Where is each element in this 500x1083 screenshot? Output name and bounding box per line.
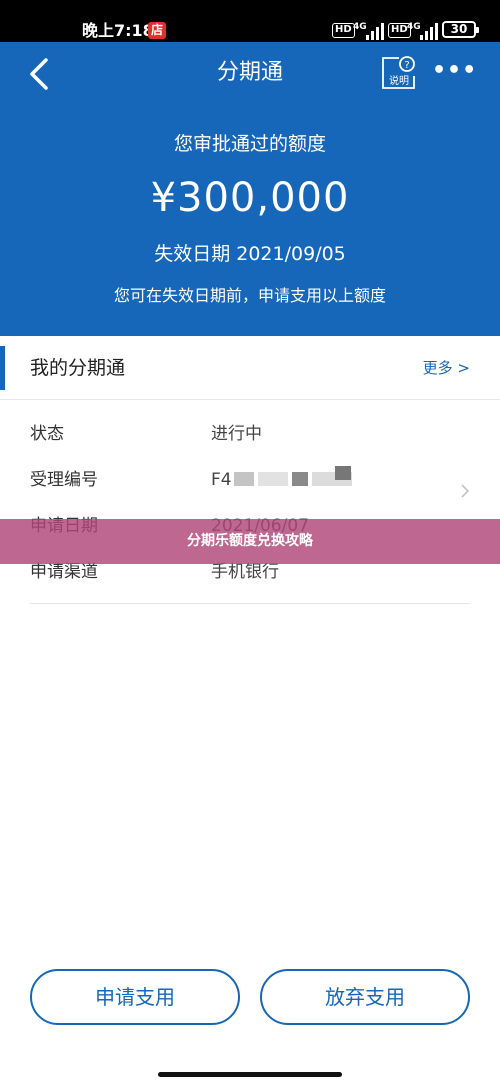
- section-header: 我的分期通 更多 >: [0, 336, 500, 400]
- credit-summary-panel: 分期通 ? 说明 ••• 您审批通过的额度 ¥300,000 失效日期 2021…: [0, 42, 500, 336]
- approved-amount-label: 您审批通过的额度: [173, 133, 326, 155]
- redacted-block: [335, 466, 351, 480]
- status-bar: 晚上7:18 店 HD 4G HD 4G 30: [0, 0, 500, 42]
- signal-icon-2: 4G: [407, 22, 438, 40]
- expiry-date: 失效日期 2021/09/05: [154, 243, 346, 265]
- detail-row-status: 状态 进行中: [30, 418, 470, 450]
- signal-icon: 4G: [353, 22, 384, 40]
- chevron-right-icon[interactable]: [458, 480, 472, 502]
- help-label: 说明: [389, 76, 409, 87]
- divider: [30, 603, 470, 604]
- more-dots-icon[interactable]: •••: [432, 58, 476, 84]
- battery-icon: 30: [442, 21, 479, 38]
- redacted-block: [234, 472, 254, 486]
- detail-row-reference[interactable]: 受理编号 F4: [30, 464, 470, 496]
- section-accent-bar: [0, 346, 5, 390]
- more-link[interactable]: 更多 >: [423, 357, 470, 379]
- svg-text:?: ?: [404, 60, 409, 71]
- detail-value: 进行中: [211, 424, 262, 444]
- page-title: 分期通: [216, 60, 283, 85]
- apply-button[interactable]: 申请支用: [30, 969, 240, 1025]
- overlay-banner: 分期乐额度兑换攻略: [0, 519, 500, 564]
- redacted-block: [292, 472, 308, 486]
- help-button[interactable]: ? 说明: [380, 54, 418, 92]
- overlay-title: 分期乐额度兑换攻略: [187, 533, 313, 549]
- approved-amount: ¥300,000: [150, 175, 350, 221]
- net-type-2: 4G: [407, 22, 421, 32]
- section-title: 我的分期通: [30, 357, 126, 379]
- usage-hint: 您可在失效日期前，申请支用以上额度: [113, 286, 386, 305]
- detail-label: 受理编号: [30, 470, 98, 490]
- detail-value: F4: [211, 470, 232, 490]
- store-badge: 店: [148, 22, 167, 39]
- redacted-block: [258, 472, 288, 486]
- abandon-button[interactable]: 放弃支用: [260, 969, 470, 1025]
- detail-label: 状态: [30, 424, 64, 444]
- status-time: 晚上7:18: [82, 21, 154, 40]
- net-type-1: 4G: [353, 22, 367, 32]
- home-indicator[interactable]: [158, 1072, 342, 1077]
